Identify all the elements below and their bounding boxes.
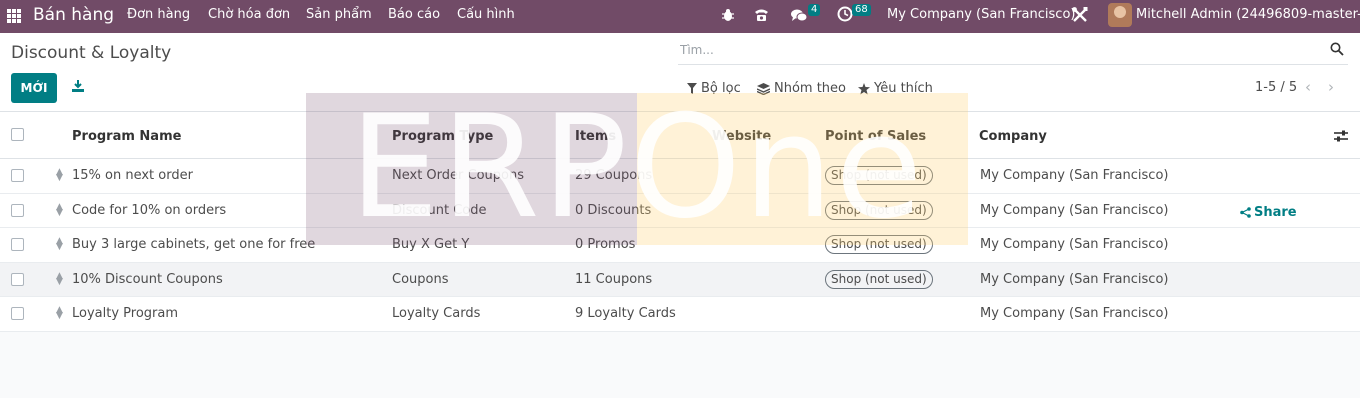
phone-icon[interactable] xyxy=(753,6,770,23)
cell-items: 11 Coupons xyxy=(575,271,653,287)
activity-count-badge: 68 xyxy=(852,4,871,16)
row-checkbox[interactable] xyxy=(11,238,24,251)
activity-clock-icon[interactable] xyxy=(837,6,853,22)
row-checkbox[interactable] xyxy=(11,307,24,320)
select-all-checkbox[interactable] xyxy=(11,128,24,141)
user-avatar[interactable] xyxy=(1108,3,1132,27)
cell-company: My Company (San Francisco) xyxy=(980,237,1169,252)
share-label: Share xyxy=(1254,204,1297,220)
search-input[interactable] xyxy=(680,43,1300,57)
optional-columns-icon[interactable] xyxy=(1334,129,1348,143)
pager-value[interactable]: 1-5 / 5 xyxy=(1255,80,1297,95)
row-checkbox[interactable] xyxy=(11,272,24,286)
menu-to-invoice[interactable]: Chờ hóa đơn xyxy=(208,7,290,22)
page-title[interactable]: Discount & Loyalty xyxy=(11,43,171,63)
drag-handle-icon[interactable]: ▲ ▼ xyxy=(56,306,64,321)
menu-orders[interactable]: Đơn hàng xyxy=(127,7,190,22)
drag-handle-icon[interactable]: ▲ ▼ xyxy=(56,202,64,217)
cell-program-type: Coupons xyxy=(392,271,449,287)
drag-handle-icon[interactable]: ▲ ▼ xyxy=(56,271,64,286)
drag-handle-icon[interactable]: ▲ ▼ xyxy=(56,168,64,183)
bug-icon[interactable] xyxy=(721,8,735,22)
cell-program-name: Code for 10% on orders xyxy=(72,202,227,218)
company-switcher[interactable]: My Company (San Francisco) xyxy=(887,7,1075,22)
row-checkbox[interactable] xyxy=(11,203,24,217)
menu-configuration[interactable]: Cấu hình xyxy=(457,7,515,22)
search-bar xyxy=(678,39,1348,65)
tools-icon[interactable] xyxy=(1071,6,1089,24)
chat-count-badge: 4 xyxy=(808,4,821,16)
column-company[interactable]: Company xyxy=(979,129,1047,144)
share-button[interactable]: Share xyxy=(1240,205,1297,220)
cell-program-type: Loyalty Cards xyxy=(392,306,481,321)
search-icon[interactable] xyxy=(1330,42,1344,56)
table-row[interactable]: ▲ ▼ Loyalty Program Loyalty Cards 9 Loyal… xyxy=(0,297,1360,332)
cell-company: My Company (San Francisco) xyxy=(980,271,1169,287)
table-row[interactable]: ▲ ▼ 10% Discount Coupons Coupons 11 Coupo… xyxy=(0,262,1360,297)
cell-company: My Company (San Francisco) xyxy=(980,202,1169,218)
share-icon xyxy=(1240,206,1251,218)
app-brand[interactable]: Bán hàng xyxy=(33,5,114,25)
column-program-name[interactable]: Program Name xyxy=(72,129,181,144)
row-checkbox[interactable] xyxy=(11,169,24,182)
menu-products[interactable]: Sản phẩm xyxy=(306,7,372,22)
cell-items: 9 Loyalty Cards xyxy=(575,306,676,321)
cell-program-name: Loyalty Program xyxy=(72,306,179,321)
watermark-logo: ERPOne xyxy=(349,85,925,250)
chat-icon[interactable] xyxy=(790,8,808,23)
pager-prev-icon[interactable]: ‹ xyxy=(1305,78,1311,96)
pos-tag: Shop (not used) xyxy=(825,269,933,289)
cell-program-name: 10% Discount Coupons xyxy=(72,271,223,287)
cell-program-name: Buy 3 large cabinets, get one for free xyxy=(72,237,316,252)
download-icon[interactable] xyxy=(71,79,85,93)
new-button[interactable]: MỚI xyxy=(11,73,57,103)
menu-reporting[interactable]: Báo cáo xyxy=(388,7,440,22)
drag-handle-icon[interactable]: ▲ ▼ xyxy=(56,237,64,252)
top-navbar: Bán hàng Đơn hàng Chờ hóa đơn Sản phẩm B… xyxy=(0,0,1360,33)
pager-next-icon[interactable]: › xyxy=(1328,78,1334,96)
user-menu[interactable]: Mitchell Admin (24496809-master-all) xyxy=(1136,7,1360,22)
cell-company: My Company (San Francisco) xyxy=(980,168,1169,183)
cell-program-name: 15% on next order xyxy=(72,168,193,183)
cell-company: My Company (San Francisco) xyxy=(980,306,1169,321)
apps-menu-icon[interactable] xyxy=(7,9,21,23)
